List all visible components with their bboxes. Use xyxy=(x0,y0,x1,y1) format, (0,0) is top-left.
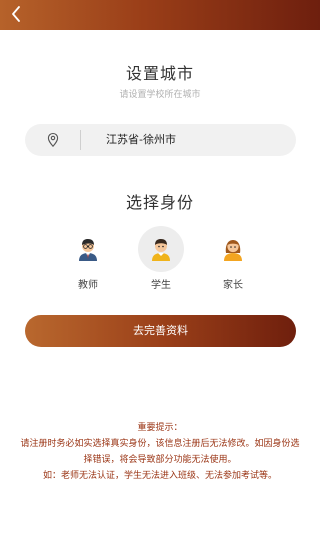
complete-profile-button[interactable]: 去完善资料 xyxy=(25,315,296,347)
notice-title: 重要提示： xyxy=(137,423,183,433)
back-button[interactable] xyxy=(4,2,28,26)
parent-avatar-icon xyxy=(224,240,242,261)
identity-section-title: 选择身份 xyxy=(125,193,194,212)
city-section-title: 设置城市 xyxy=(125,64,194,83)
city-selector[interactable]: 江苏省-徐州市 xyxy=(25,124,296,156)
notice-line: 择错误，将会导致部分功能无法使用。 xyxy=(83,455,237,465)
role-avatar-selected xyxy=(138,226,184,272)
teacher-avatar-icon xyxy=(79,239,97,261)
student-avatar-icon xyxy=(152,239,170,261)
city-section-subtitle: 请设置学校所在城市 xyxy=(119,90,201,100)
city-value: 江苏省-徐州市 xyxy=(106,133,176,146)
role-option-student[interactable]: 学生 xyxy=(137,226,185,294)
notice-line: 请注册时务必如实选择真实身份，该信息注册后无法修改。如因身份选 xyxy=(20,439,300,449)
top-bar xyxy=(0,0,320,30)
role-avatar xyxy=(65,226,111,272)
role-option-teacher[interactable]: 教师 xyxy=(64,226,112,294)
important-notice: 重要提示： 请注册时务必如实选择真实身份，该信息注册后无法修改。如因身份选 择错… xyxy=(8,420,312,484)
role-label-parent: 家长 xyxy=(223,280,243,291)
chevron-left-icon xyxy=(12,6,20,22)
role-label-teacher: 教师 xyxy=(78,280,98,291)
role-avatar xyxy=(210,226,256,272)
location-pin-icon xyxy=(47,132,59,148)
notice-line: 如：老师无法认证，学生无法进入班级、无法参加考试等。 xyxy=(42,471,277,481)
role-label-student: 学生 xyxy=(151,280,171,291)
city-field-divider xyxy=(80,130,81,150)
role-option-parent[interactable]: 家长 xyxy=(209,226,257,294)
